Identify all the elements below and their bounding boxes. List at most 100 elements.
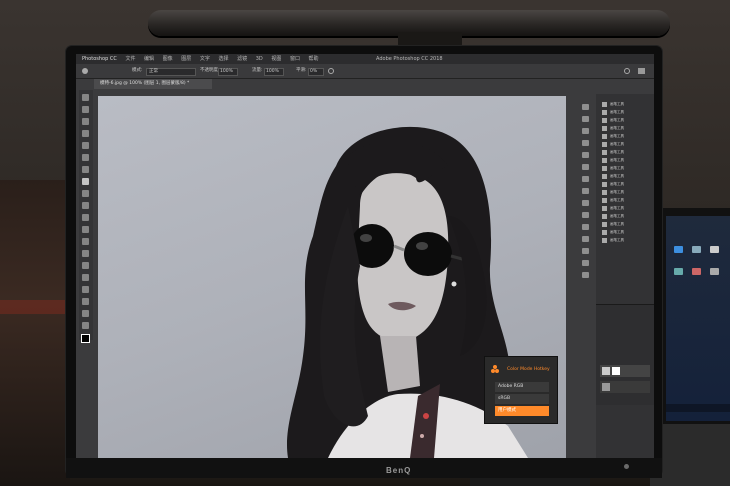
history-item[interactable]: 画笔工具 xyxy=(602,222,642,227)
brush-preset-icon[interactable] xyxy=(82,68,88,74)
history-item[interactable]: 画笔工具 xyxy=(602,102,642,107)
brush-icon xyxy=(602,198,607,203)
opacity-value: 100% xyxy=(220,69,233,74)
history-item[interactable]: 画笔工具 xyxy=(602,198,642,203)
dodge-icon[interactable] xyxy=(82,250,89,257)
channels-panel-icon[interactable] xyxy=(582,176,589,182)
tools-close-icon[interactable] xyxy=(582,200,589,206)
history-item-label: 画笔工具 xyxy=(610,110,624,114)
shape-icon[interactable] xyxy=(82,298,89,305)
gradient-icon[interactable] xyxy=(82,226,89,233)
menu-filter[interactable]: 滤镜 xyxy=(237,56,247,62)
stamp-icon[interactable] xyxy=(82,190,89,197)
eyedropper-icon[interactable] xyxy=(82,154,89,161)
history-item[interactable]: 画笔工具 xyxy=(602,230,642,235)
layer-thumbnail xyxy=(602,367,610,375)
history-item[interactable]: 画笔工具 xyxy=(602,166,642,171)
history-panel: 画笔工具 画笔工具 画笔工具 画笔工具 画笔工具 画笔工具 画笔工具 画笔工具 … xyxy=(596,94,654,458)
brush-icon xyxy=(602,222,607,227)
paths-panel-icon[interactable] xyxy=(582,188,589,194)
zoom-icon[interactable] xyxy=(82,322,89,329)
close-x-icon[interactable] xyxy=(582,248,589,254)
paragraph-panel-icon[interactable] xyxy=(582,236,589,242)
brush-icon[interactable] xyxy=(82,178,89,185)
layer-row[interactable] xyxy=(600,365,650,377)
quick-select-icon[interactable] xyxy=(82,130,89,137)
history-item[interactable]: 画笔工具 xyxy=(602,134,642,139)
smooth-field[interactable]: 0% xyxy=(308,68,324,76)
history-brush-icon[interactable] xyxy=(82,202,89,209)
history-item[interactable]: 画笔工具 xyxy=(602,118,642,123)
close-x-icon[interactable] xyxy=(582,260,589,266)
history-item[interactable]: 画笔工具 xyxy=(602,150,642,155)
menu-window[interactable]: 窗口 xyxy=(290,56,300,62)
layer-row[interactable] xyxy=(600,381,650,393)
menu-image[interactable]: 图像 xyxy=(163,56,173,62)
close-x-icon[interactable] xyxy=(582,272,589,278)
monitor-buttons[interactable] xyxy=(520,464,630,470)
photoshop-window: Photoshop CC 文件 编辑 图像 图层 文字 选择 滤镜 3D 视图 … xyxy=(76,54,654,458)
move-icon[interactable] xyxy=(82,94,89,101)
blur-icon[interactable] xyxy=(82,238,89,245)
healing-icon[interactable] xyxy=(82,166,89,173)
history-item[interactable]: 画笔工具 xyxy=(602,214,642,219)
swatches-panel-icon[interactable] xyxy=(582,128,589,134)
osd-option-adobe-rgb[interactable]: Adobe RGB xyxy=(495,382,549,392)
gear-icon[interactable] xyxy=(328,68,334,74)
flow-field[interactable]: 100% xyxy=(264,68,284,76)
history-item[interactable]: 画笔工具 xyxy=(602,182,642,187)
brush-icon xyxy=(602,206,607,211)
hand-icon[interactable] xyxy=(82,310,89,317)
history-item-label: 画笔工具 xyxy=(610,230,624,234)
document-tab[interactable]: 模特-6.jpg @ 100% (图层 1, 图层蒙版/8) * xyxy=(94,79,212,89)
mode-label: 模式: xyxy=(132,68,143,73)
history-item[interactable]: 画笔工具 xyxy=(602,158,642,163)
opacity-field[interactable]: 100% xyxy=(218,68,238,76)
app-title: Photoshop CC xyxy=(82,56,117,62)
history-item[interactable]: 画笔工具 xyxy=(602,142,642,147)
history-item[interactable]: 画笔工具 xyxy=(602,110,642,115)
foreground-color-swatch[interactable] xyxy=(81,334,90,343)
history-item[interactable]: 画笔工具 xyxy=(602,174,642,179)
crop-icon[interactable] xyxy=(82,142,89,149)
adjustments-panel-icon[interactable] xyxy=(582,140,589,146)
power-button[interactable] xyxy=(624,464,629,469)
background-wall xyxy=(0,180,70,486)
osd-option-srgb[interactable]: sRGB xyxy=(495,394,549,404)
search-icon[interactable] xyxy=(624,68,630,74)
pen-icon[interactable] xyxy=(82,262,89,269)
menu-view[interactable]: 视图 xyxy=(271,56,281,62)
history-panel-icon[interactable] xyxy=(582,104,589,110)
type-icon[interactable] xyxy=(82,274,89,281)
layers-panel xyxy=(596,304,654,405)
brush-panel-icon[interactable] xyxy=(582,152,589,158)
mode-dropdown[interactable]: 正常 xyxy=(146,68,196,76)
history-item[interactable]: 画笔工具 xyxy=(602,126,642,131)
workspace-icon[interactable] xyxy=(638,68,645,74)
info-panel-icon[interactable] xyxy=(582,212,589,218)
laptop-screen xyxy=(666,216,730,421)
menu-layer[interactable]: 图层 xyxy=(181,56,191,62)
menu-file[interactable]: 文件 xyxy=(125,56,135,62)
menu-3d[interactable]: 3D xyxy=(256,56,263,62)
opacity-label: 不透明度: xyxy=(200,68,220,73)
color-panel-icon[interactable] xyxy=(582,116,589,122)
history-item[interactable]: 画笔工具 xyxy=(602,206,642,211)
history-item[interactable]: 画笔工具 xyxy=(602,238,642,243)
eraser-icon[interactable] xyxy=(82,214,89,221)
properties-panel-icon[interactable] xyxy=(582,164,589,170)
menu-help[interactable]: 帮助 xyxy=(309,56,319,62)
menu-edit[interactable]: 编辑 xyxy=(144,56,154,62)
menu-type[interactable]: 文字 xyxy=(200,56,210,62)
lasso-icon[interactable] xyxy=(82,118,89,125)
menu-select[interactable]: 选择 xyxy=(218,56,228,62)
marquee-icon[interactable] xyxy=(82,106,89,113)
laptop-app-icon xyxy=(674,268,683,275)
path-select-icon[interactable] xyxy=(82,286,89,293)
history-item-label: 画笔工具 xyxy=(610,214,624,218)
laptop-app-icon xyxy=(710,268,719,275)
history-item-label: 画笔工具 xyxy=(610,190,624,194)
character-panel-icon[interactable] xyxy=(582,224,589,230)
history-item[interactable]: 画笔工具 xyxy=(602,190,642,195)
osd-option-user-mode[interactable]: 用户模式 xyxy=(495,406,549,416)
